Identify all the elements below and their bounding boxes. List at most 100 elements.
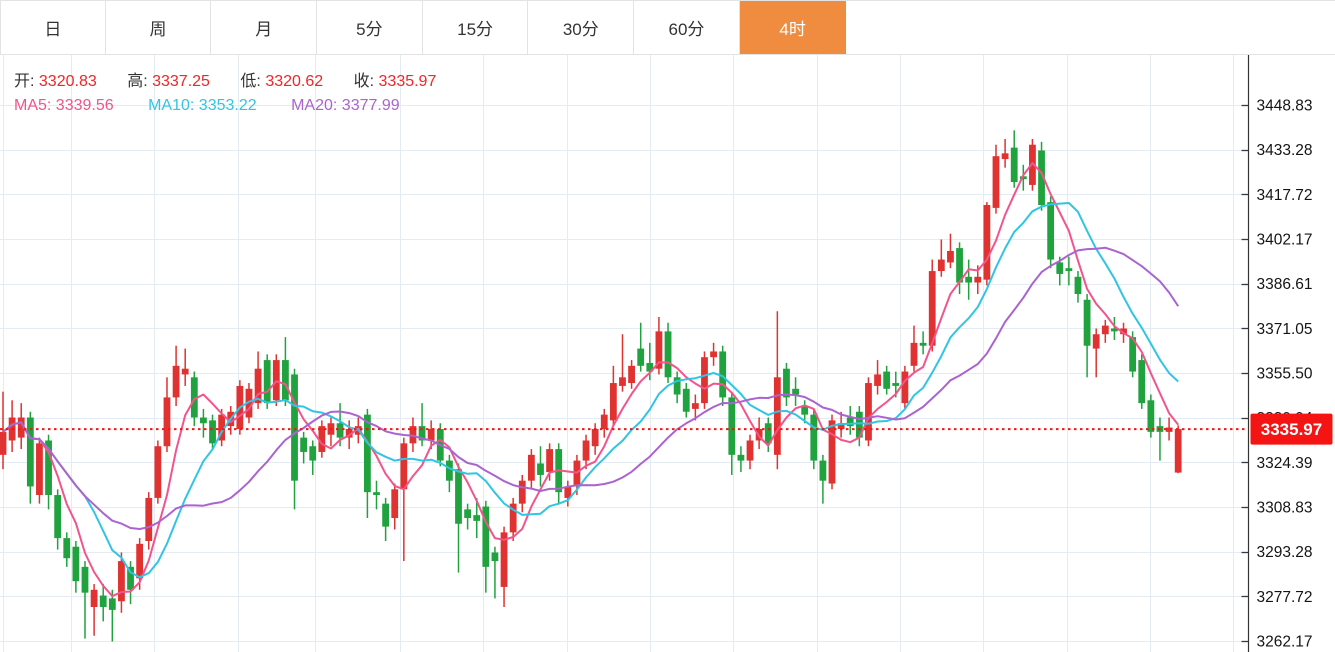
candle-body <box>701 357 708 403</box>
candle-body <box>473 515 480 521</box>
candle-body <box>774 377 781 455</box>
candle-body <box>291 374 298 480</box>
candle-body <box>938 260 945 271</box>
candle-body <box>965 277 972 283</box>
candle-body <box>1084 300 1091 346</box>
candle-body <box>637 349 644 366</box>
candle-body <box>36 443 43 495</box>
candle-body <box>601 415 608 429</box>
candle-body <box>820 461 827 481</box>
tab-5分[interactable]: 5分 <box>317 1 423 54</box>
candle-body <box>282 360 289 400</box>
candle-body <box>373 492 380 495</box>
candle-body <box>273 360 280 400</box>
tab-15分[interactable]: 15分 <box>423 1 529 54</box>
candle-body <box>537 463 544 474</box>
candle-body <box>446 461 453 481</box>
candle-body <box>300 438 307 452</box>
y-axis-label: 3371.05 <box>1257 321 1313 338</box>
candle-body <box>747 440 754 460</box>
candle-body <box>874 374 881 385</box>
candle-body <box>528 455 535 481</box>
candle-body <box>1002 153 1009 159</box>
tab-周[interactable]: 周 <box>106 1 212 54</box>
y-axis-label: 3433.28 <box>1257 142 1313 159</box>
candle-body <box>1175 429 1182 472</box>
candle-body <box>710 351 717 357</box>
candle-body <box>592 429 599 446</box>
candle-body <box>665 331 672 377</box>
candle-body <box>783 369 790 398</box>
candle-body <box>428 429 435 440</box>
candle-body <box>0 432 6 455</box>
candle-body <box>82 567 89 593</box>
candle-body <box>1065 268 1072 271</box>
candle-body <box>738 455 745 461</box>
candle-body <box>974 277 981 283</box>
candle-body <box>901 372 908 404</box>
candle-body <box>364 415 371 493</box>
candle-body <box>810 415 817 461</box>
candle-body <box>1075 277 1082 294</box>
candle-body <box>118 561 125 601</box>
candle-body <box>519 481 526 504</box>
candle-body <box>492 552 499 561</box>
candle-body <box>883 372 890 389</box>
current-price-tag-value: 3335.97 <box>1261 420 1322 439</box>
candle-body <box>1056 262 1063 273</box>
candle-body <box>173 366 180 398</box>
tab-60分[interactable]: 60分 <box>634 1 740 54</box>
candle-body <box>1147 400 1154 432</box>
candle-body <box>610 383 617 420</box>
candle-body <box>455 469 462 524</box>
tab-4时[interactable]: 4时 <box>740 1 846 54</box>
candle-body <box>464 509 471 518</box>
candle-body <box>792 389 799 395</box>
candle-body <box>1047 202 1054 259</box>
candle-body <box>400 443 407 489</box>
candle-body <box>209 420 216 443</box>
candle-body <box>27 418 34 487</box>
y-axis-label: 3324.39 <box>1257 455 1313 472</box>
y-axis-label: 3262.17 <box>1257 634 1313 651</box>
candle-body <box>728 397 735 454</box>
candle-body <box>892 383 899 386</box>
y-axis-label: 3355.50 <box>1257 366 1313 383</box>
candle-body <box>391 489 398 518</box>
candle-body <box>1011 148 1018 182</box>
candle-body <box>63 538 70 558</box>
candle-body <box>200 418 207 424</box>
candlestick-chart[interactable]: 3448.833433.283417.723402.173386.613371.… <box>0 55 1335 652</box>
tab-日[interactable]: 日 <box>0 1 106 54</box>
candle-body <box>920 343 927 346</box>
candle-body <box>692 403 699 409</box>
candle-body <box>164 397 171 446</box>
candle-body <box>382 504 389 527</box>
y-axis-label: 3277.72 <box>1257 589 1313 606</box>
candle-body <box>1093 334 1100 348</box>
candle-body <box>583 440 590 460</box>
candle-body <box>911 343 918 366</box>
timeframe-tabbar: 日周月5分15分30分60分4时 <box>0 0 1335 55</box>
y-axis-label: 3386.61 <box>1257 276 1313 293</box>
candle-body <box>54 495 61 538</box>
candle-body <box>619 377 626 386</box>
y-axis-label: 3417.72 <box>1257 187 1313 204</box>
candle-body <box>628 366 635 383</box>
tab-月[interactable]: 月 <box>211 1 317 54</box>
candle-body <box>154 446 161 498</box>
candle-body <box>337 423 344 437</box>
tab-30分[interactable]: 30分 <box>528 1 634 54</box>
candle-body <box>100 596 107 607</box>
y-axis-label: 3308.83 <box>1257 500 1313 517</box>
candle-body <box>546 449 553 472</box>
candle-body <box>683 389 690 412</box>
candle-body <box>109 598 116 609</box>
candle-body <box>145 498 152 541</box>
candle-body <box>947 251 954 262</box>
candle-body <box>72 547 79 581</box>
candle-body <box>264 360 271 403</box>
candle-body <box>136 544 143 578</box>
chart-canvas[interactable]: 3448.833433.283417.723402.173386.613371.… <box>0 55 1335 652</box>
candle-body <box>993 156 1000 208</box>
